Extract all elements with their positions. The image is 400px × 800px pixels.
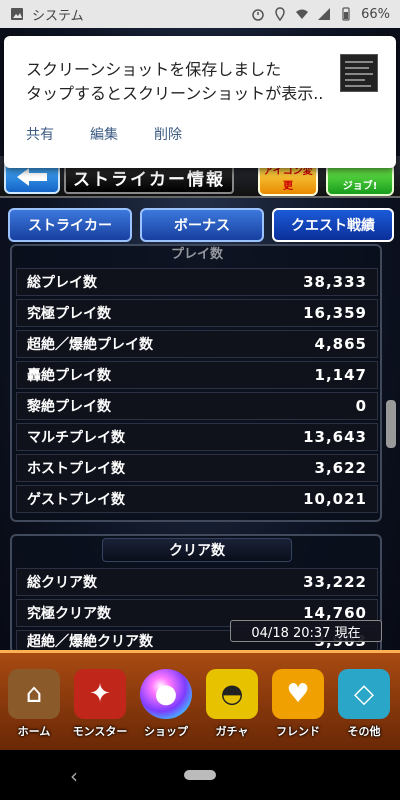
screenshot-notification[interactable]: スクリーンショットを保存しました タップするとスクリーンショットが表示.. 共有… (4, 36, 396, 168)
menu-monster[interactable]: ✦ モンスター (68, 659, 132, 739)
menu-friend[interactable]: ♥ フレンド (266, 659, 330, 739)
gacha-egg-icon: ◓ (206, 669, 258, 719)
stat-label: 黎絶プレイ数 (27, 399, 111, 415)
screenshot-thumbnail[interactable] (340, 54, 378, 92)
stat-value: 16,359 (303, 304, 367, 322)
nav-home-pill[interactable] (184, 770, 216, 780)
menu-label: ショップ (144, 725, 188, 738)
stat-row: マルチプレイ数 13,643 (16, 423, 378, 451)
menu-gacha[interactable]: ◓ ガチャ (200, 659, 264, 739)
clear-count-header: クリア数 (102, 538, 292, 562)
status-app-name: システム (32, 8, 84, 24)
stat-value: 0 (355, 397, 367, 415)
menu-label: その他 (347, 725, 381, 738)
scrollbar-thumb[interactable] (386, 400, 396, 448)
battery-percent: 66% (361, 6, 390, 22)
tab-striker[interactable]: ストライカー (8, 208, 132, 242)
stat-row: 超絶／爆絶プレイ数 4,865 (16, 330, 378, 358)
signal-icon (318, 8, 331, 20)
gallery-icon (11, 8, 23, 20)
home-icon: ⌂ (8, 669, 60, 719)
play-count-panel: プレイ数 総プレイ数 38,333 究極プレイ数 16,359 超絶／爆絶プレイ… (10, 244, 382, 522)
timestamp-badge: 04/18 20:37 現在 (230, 620, 382, 642)
notification-line-2: タップするとスクリーンショットが表示.. (26, 84, 324, 103)
stat-value: 13,643 (303, 428, 367, 446)
menu-label: フレンド (276, 725, 320, 738)
stat-row: ゲストプレイ数 10,021 (16, 485, 378, 513)
nav-back-icon[interactable]: ‹ (70, 764, 78, 788)
notification-line-1: スクリーンショットを保存しました (26, 60, 282, 79)
monster-icon: ✦ (74, 669, 126, 719)
stat-value: 4,865 (314, 335, 367, 353)
stat-value: 3,622 (314, 459, 367, 477)
menu-label: ホーム (17, 725, 51, 738)
menu-shop[interactable]: ● ショップ (134, 659, 198, 739)
alarm-icon (252, 9, 264, 21)
menu-label: ガチャ (215, 725, 249, 738)
shop-orb-icon: ● (140, 669, 192, 719)
stat-value: 10,021 (303, 490, 367, 508)
stat-label: ゲストプレイ数 (27, 492, 125, 508)
back-arrow-icon (17, 168, 47, 186)
stat-row: 総プレイ数 38,333 (16, 268, 378, 296)
wifi-icon (296, 9, 309, 19)
location-icon (275, 7, 285, 21)
battery-icon (342, 7, 350, 21)
bottom-menu: ⌂ ホーム ✦ モンスター ● ショップ ◓ ガチャ ♥ フレンド ◇ その他 (0, 650, 400, 750)
stat-label: 超絶／爆絶プレイ数 (27, 337, 153, 353)
navigation-bar: ‹ (0, 750, 400, 800)
stat-row: 黎絶プレイ数 0 (16, 392, 378, 420)
edit-button[interactable]: 編集 (90, 124, 118, 144)
tab-bonus[interactable]: ボーナス (140, 208, 264, 242)
notification-actions: 共有 編集 削除 (26, 124, 182, 144)
stat-row: 轟絶プレイ数 1,147 (16, 361, 378, 389)
tab-bar: ストライカー ボーナス クエスト戦績 (0, 208, 400, 244)
play-count-header: プレイ数 (170, 246, 223, 262)
share-button[interactable]: 共有 (26, 124, 54, 144)
stat-value: 33,222 (303, 573, 367, 591)
stat-row: 総クリア数 33,222 (16, 568, 378, 596)
stat-row: ホストプレイ数 3,622 (16, 454, 378, 482)
stat-label: ホストプレイ数 (27, 461, 125, 477)
menu-label: モンスター (72, 725, 128, 738)
stat-value: 1,147 (314, 366, 367, 384)
stat-label: 総クリア数 (27, 575, 97, 591)
menu-home[interactable]: ⌂ ホーム (2, 659, 66, 739)
status-bar: システム 66% (0, 0, 400, 28)
friend-balloons-icon: ♥ (272, 669, 324, 719)
stat-label: 轟絶プレイ数 (27, 368, 111, 384)
other-sign-icon: ◇ (338, 669, 390, 719)
notification-text: スクリーンショットを保存しました タップするとスクリーンショットが表示.. (26, 58, 326, 106)
menu-other[interactable]: ◇ その他 (332, 659, 396, 739)
stat-label: マルチプレイ数 (27, 430, 125, 446)
tab-quest-record[interactable]: クエスト戦績 (272, 208, 394, 242)
stat-label: 究極プレイ数 (27, 306, 111, 322)
stat-row: 究極プレイ数 16,359 (16, 299, 378, 327)
stat-label: 総プレイ数 (27, 275, 97, 291)
stat-value: 38,333 (303, 273, 367, 291)
delete-button[interactable]: 削除 (154, 124, 182, 144)
